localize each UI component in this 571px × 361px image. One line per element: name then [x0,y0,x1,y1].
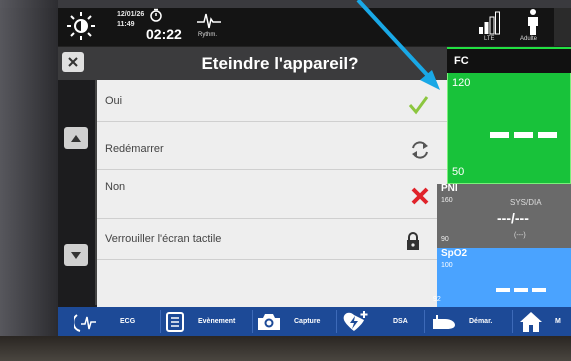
check-icon [408,96,429,115]
capture-label: Capture [294,318,321,325]
capture-button[interactable]: Capture [256,307,320,336]
pni-sys-dia-label: SYS/DIA [510,198,542,207]
time-text: 11:49 [117,21,135,28]
toolbar-divider [512,310,513,333]
rhythm-icon[interactable] [196,10,222,30]
start-icon [433,314,455,329]
fc-name: FC [454,55,469,67]
patient-mode-label: Adulte [520,36,538,42]
device-screen: 12/01/26 11:49 02:22 Rythm. LTE Adulte E… [0,0,571,361]
close-dialog-button[interactable] [62,52,84,72]
event-label: Evènement [198,318,236,325]
clock: 12/01/26 11:49 [117,11,144,28]
scroll-down-button[interactable] [64,244,88,266]
option-lock-label: Verrouiller l'écran tactile [105,233,222,245]
fc-lower-limit: 50 [452,166,465,178]
fc-value-dash [490,132,509,138]
bezel-top [0,0,571,8]
option-no[interactable]: Non [97,172,447,205]
dsa-button[interactable]: DSA [341,307,408,336]
event-list-icon [166,311,184,332]
fc-value-dash [514,132,533,138]
start-label: Démar. [469,318,493,325]
dsa-label: DSA [393,318,408,325]
event-button[interactable]: Evènement [165,307,235,336]
option-restart[interactable]: Redémarrer [97,128,447,170]
spo2-value-dash [496,288,510,292]
home-label: M [555,318,561,325]
shock-icon [343,310,368,331]
pni-name: PNI [441,183,458,194]
arrow-down-icon [71,251,81,259]
pni-mean-value: (---) [514,232,526,239]
ecg-icon [74,313,96,332]
brightness-icon[interactable] [64,10,98,42]
close-icon [68,57,78,67]
ecg-label: ECG [120,318,136,325]
home-icon [520,311,542,332]
status-bar-edge [554,8,571,46]
start-button[interactable]: Démar. [431,307,492,336]
lte-label: LTE [484,36,495,42]
pni-lower-limit: 90 [441,236,449,243]
elapsed-timer: 02:22 [146,26,182,42]
spo2-lower-limit: 92 [433,296,441,303]
date-text: 12/01/26 [117,11,145,18]
bezel-bottom [0,336,571,361]
scroll-rail [58,47,95,307]
toolbar-divider [252,310,253,333]
option-lock-screen[interactable]: Verrouiller l'écran tactile [97,218,447,260]
signal-strength-icon [479,11,500,35]
option-restart-label: Redémarrer [105,143,164,155]
dialog-title: Eteindre l'appareil? [201,54,359,73]
bezel-left [0,0,58,361]
option-yes[interactable]: Oui [97,80,447,122]
toolbar-divider [160,310,161,333]
spo2-upper-limit: 100 [441,262,453,269]
camera-icon [258,313,280,330]
pni-value: ---/--- [497,210,529,226]
toolbar-divider [336,310,337,333]
x-icon [411,187,429,205]
fc-value-dash [538,132,557,138]
toolbar-divider [424,310,425,333]
adult-patient-icon[interactable] [522,8,544,36]
rhythm-label: Rythm. [198,32,218,38]
arrow-up-icon [71,134,81,142]
lock-icon [407,232,419,250]
option-yes-label: Oui [105,95,123,107]
restart-icon [412,141,428,159]
spo2-value-dash [532,288,546,292]
fc-upper-limit: 120 [452,77,471,89]
ecg-button[interactable]: ECG [74,307,135,336]
stopwatch-icon [150,8,162,22]
home-button[interactable]: M [519,307,561,336]
spo2-name: SpO2 [441,248,468,259]
scroll-up-button[interactable] [64,127,88,149]
pni-upper-limit: 160 [441,197,453,204]
option-no-label: Non [105,181,126,193]
spo2-value-dash [514,288,528,292]
